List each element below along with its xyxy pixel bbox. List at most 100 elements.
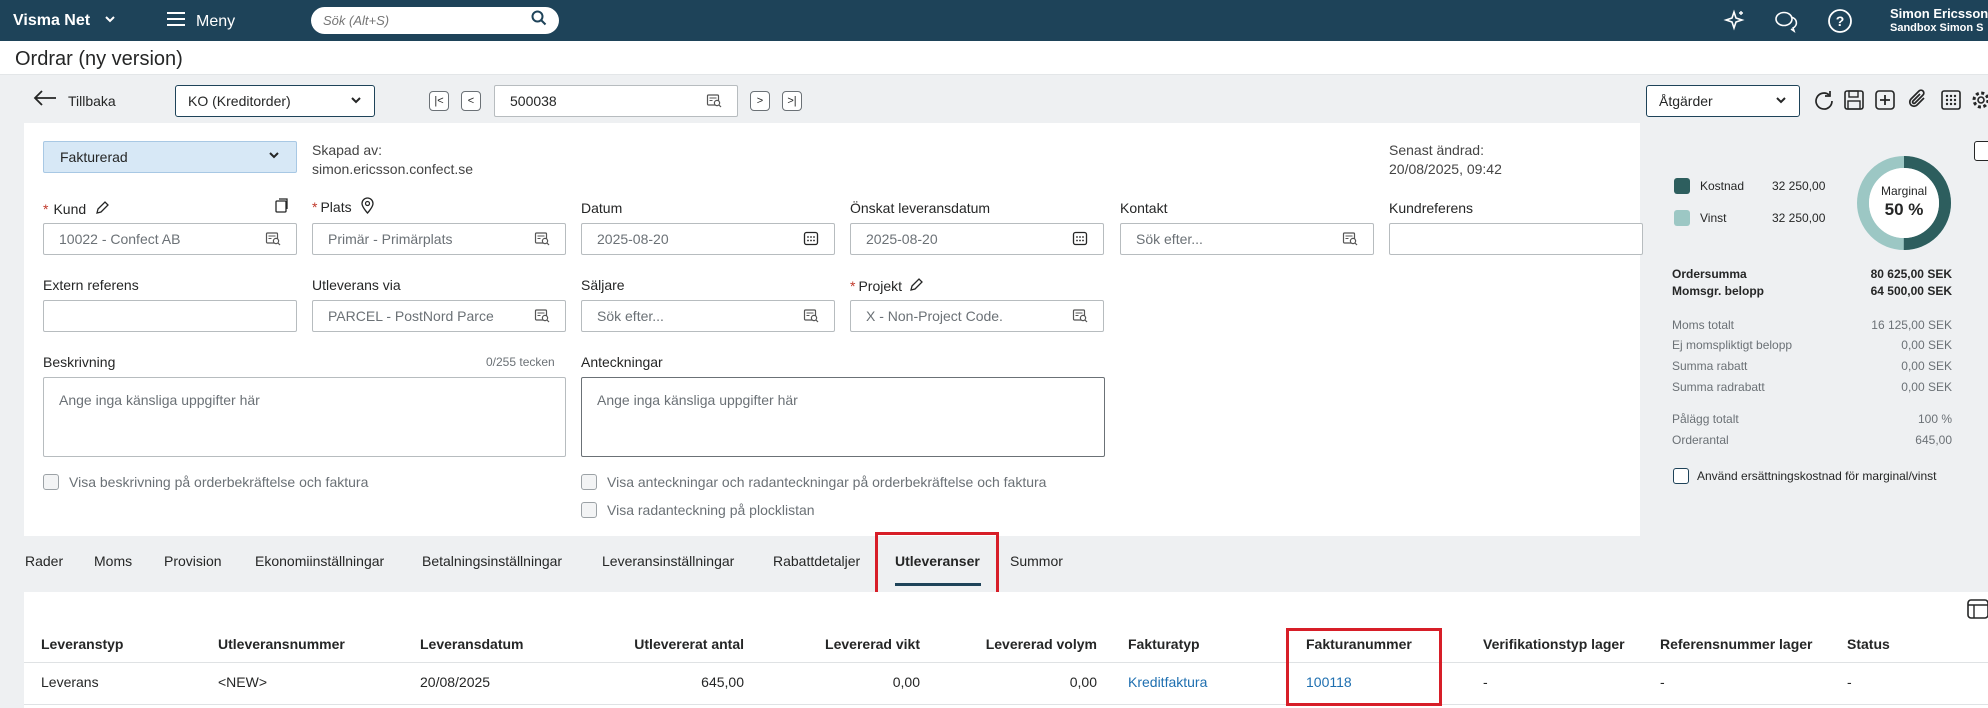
next-record-button[interactable]: > bbox=[750, 91, 770, 111]
lookup-icon[interactable] bbox=[1342, 230, 1358, 249]
col-header-fakturatyp[interactable]: Fakturatyp bbox=[1128, 636, 1200, 652]
back-button[interactable]: Tillbaka bbox=[32, 89, 116, 112]
lookup-icon[interactable] bbox=[706, 92, 722, 111]
tab-rader[interactable]: Rader bbox=[25, 553, 63, 573]
margin-value: 50 % bbox=[1884, 200, 1924, 219]
profit-label: Vinst bbox=[1700, 211, 1727, 225]
actions-label: Åtgärder bbox=[1659, 93, 1713, 109]
highlight-fakturanummer bbox=[1286, 628, 1442, 706]
required-marker: * bbox=[850, 278, 856, 294]
tab-betalningsinstallningar[interactable]: Betalningsinställningar bbox=[422, 553, 562, 573]
col-header-status[interactable]: Status bbox=[1847, 636, 1890, 652]
user-menu[interactable]: Simon Ericsson Sandbox Simon S bbox=[1890, 6, 1988, 34]
project-field[interactable]: X - Non-Project Code. bbox=[850, 300, 1104, 332]
show-description-label: Visa beskrivning på orderbekräftelse och… bbox=[69, 474, 369, 490]
brand-switcher[interactable]: Visma Net bbox=[13, 12, 116, 30]
add-icon[interactable] bbox=[1874, 89, 1896, 116]
user-company: Sandbox Simon S bbox=[1890, 22, 1984, 34]
status-select[interactable]: Fakturerad bbox=[43, 141, 297, 173]
search-input[interactable] bbox=[323, 13, 523, 28]
lookup-icon[interactable] bbox=[1072, 307, 1088, 326]
ship-via-field[interactable]: PARCEL - PostNord Parce bbox=[312, 300, 566, 332]
external-ref-field[interactable] bbox=[43, 300, 297, 332]
global-search[interactable] bbox=[311, 7, 559, 34]
col-header-utleveransnummer[interactable]: Utleveransnummer bbox=[218, 636, 345, 652]
tab-summor[interactable]: Summor bbox=[1010, 553, 1063, 573]
edit-icon[interactable] bbox=[909, 277, 924, 295]
order-type-select[interactable]: KO (Kreditorder) bbox=[175, 85, 375, 117]
chk-show-line-notes-row[interactable]: Visa radanteckning på plocklistan bbox=[581, 502, 815, 518]
description-textarea[interactable]: Ange inga känsliga uppgifter här bbox=[43, 377, 566, 457]
project-label-wrap: * Projekt bbox=[850, 277, 924, 295]
customer-field[interactable]: 10022 - Confect AB bbox=[43, 223, 297, 255]
last-record-button[interactable]: >| bbox=[782, 91, 802, 111]
order-qty-value: 645,00 bbox=[1915, 433, 1952, 447]
show-description-checkbox[interactable] bbox=[43, 474, 59, 490]
help-icon[interactable]: ? bbox=[1827, 8, 1853, 39]
chevron-down-icon bbox=[1775, 93, 1787, 109]
chk-show-description-row[interactable]: Visa beskrivning på orderbekräftelse och… bbox=[43, 474, 368, 490]
customer-ref-field[interactable] bbox=[1389, 223, 1643, 255]
show-notes-checkbox[interactable] bbox=[581, 474, 597, 490]
vat-taxable-value: 64 500,00 SEK bbox=[1870, 284, 1952, 298]
col-header-referensnummer-lager[interactable]: Referensnummer lager bbox=[1660, 636, 1813, 652]
top-bar: Visma Net Meny ? Simon Ericsson Sandbox … bbox=[0, 0, 1988, 41]
cell-utleveransnummer[interactable]: <NEW> bbox=[218, 674, 267, 690]
lookup-icon[interactable] bbox=[803, 307, 819, 326]
order-total-value: 80 625,00 SEK bbox=[1870, 267, 1952, 281]
replacement-cost-row[interactable]: Använd ersättningskostnad för marginal/v… bbox=[1673, 468, 1936, 484]
col-header-utlevererat-antal[interactable]: Utlevererat antal bbox=[582, 636, 744, 652]
col-header-leveransdatum[interactable]: Leveransdatum bbox=[420, 636, 523, 652]
cost-legend: Kostnad bbox=[1674, 178, 1744, 194]
expand-panel-icon[interactable] bbox=[1974, 141, 1988, 161]
previous-record-button[interactable]: < bbox=[461, 91, 481, 111]
col-header-levererad-volym[interactable]: Levererad volym bbox=[937, 636, 1097, 652]
col-header-verifikationstyp-lager[interactable]: Verifikationstyp lager bbox=[1483, 636, 1625, 652]
contact-label: Kontakt bbox=[1120, 200, 1168, 216]
tab-rabattdetaljer[interactable]: Rabattdetaljer bbox=[773, 553, 860, 573]
lookup-icon[interactable] bbox=[534, 307, 550, 326]
first-icon: |< bbox=[434, 95, 444, 107]
cell-status: - bbox=[1847, 674, 1852, 690]
show-line-notes-checkbox[interactable] bbox=[581, 502, 597, 518]
replacement-cost-checkbox[interactable] bbox=[1673, 468, 1689, 484]
attachment-icon[interactable] bbox=[1906, 88, 1930, 117]
location-field[interactable]: Primär - Primärplats bbox=[312, 223, 566, 255]
date-field[interactable]: 2025-08-20 bbox=[581, 223, 835, 255]
chat-icon[interactable] bbox=[1774, 9, 1800, 38]
calendar-icon[interactable] bbox=[803, 230, 819, 249]
refresh-icon[interactable] bbox=[1812, 89, 1836, 118]
order-number-field[interactable]: 500038 bbox=[494, 85, 738, 117]
markup-row: Pålägg totalt 100 % bbox=[1672, 412, 1952, 426]
col-header-levererad-vikt[interactable]: Levererad vikt bbox=[760, 636, 920, 652]
contact-field[interactable]: Sök efter... bbox=[1120, 223, 1374, 255]
last-icon: >| bbox=[787, 95, 797, 107]
search-icon[interactable] bbox=[531, 10, 547, 31]
save-icon[interactable] bbox=[1843, 89, 1865, 116]
gear-icon[interactable] bbox=[1969, 88, 1988, 117]
calculator-icon[interactable] bbox=[1940, 89, 1962, 116]
tab-provision[interactable]: Provision bbox=[164, 553, 222, 573]
tab-moms[interactable]: Moms bbox=[94, 553, 132, 573]
lookup-icon[interactable] bbox=[265, 230, 281, 249]
lookup-icon[interactable] bbox=[534, 230, 550, 249]
salesperson-field[interactable]: Sök efter... bbox=[581, 300, 835, 332]
edit-icon[interactable] bbox=[95, 200, 110, 218]
actions-button[interactable]: Åtgärder bbox=[1646, 85, 1800, 117]
back-label: Tillbaka bbox=[68, 92, 116, 109]
cell-fakturatyp[interactable]: Kreditfaktura bbox=[1128, 674, 1207, 690]
order-qty-label: Orderantal bbox=[1672, 433, 1729, 447]
calendar-icon[interactable] bbox=[1072, 230, 1088, 249]
table-settings-icon[interactable] bbox=[1966, 597, 1988, 626]
chk-show-notes-row[interactable]: Visa anteckningar och radanteckningar på… bbox=[581, 474, 1046, 490]
tab-leveransinstallningar[interactable]: Leveransinställningar bbox=[602, 553, 734, 573]
copy-icon[interactable] bbox=[274, 197, 290, 219]
col-header-leveranstyp[interactable]: Leveranstyp bbox=[41, 636, 123, 652]
tab-ekonomiinstallningar[interactable]: Ekonomiinställningar bbox=[255, 553, 384, 573]
first-record-button[interactable]: |< bbox=[429, 91, 449, 111]
margin-label: Marginal bbox=[1880, 184, 1928, 198]
sparkle-icon[interactable] bbox=[1722, 9, 1746, 38]
notes-textarea[interactable]: Ange inga känsliga uppgifter här bbox=[581, 377, 1105, 457]
requested-date-field[interactable]: 2025-08-20 bbox=[850, 223, 1104, 255]
menu-button[interactable]: Meny bbox=[166, 11, 235, 32]
